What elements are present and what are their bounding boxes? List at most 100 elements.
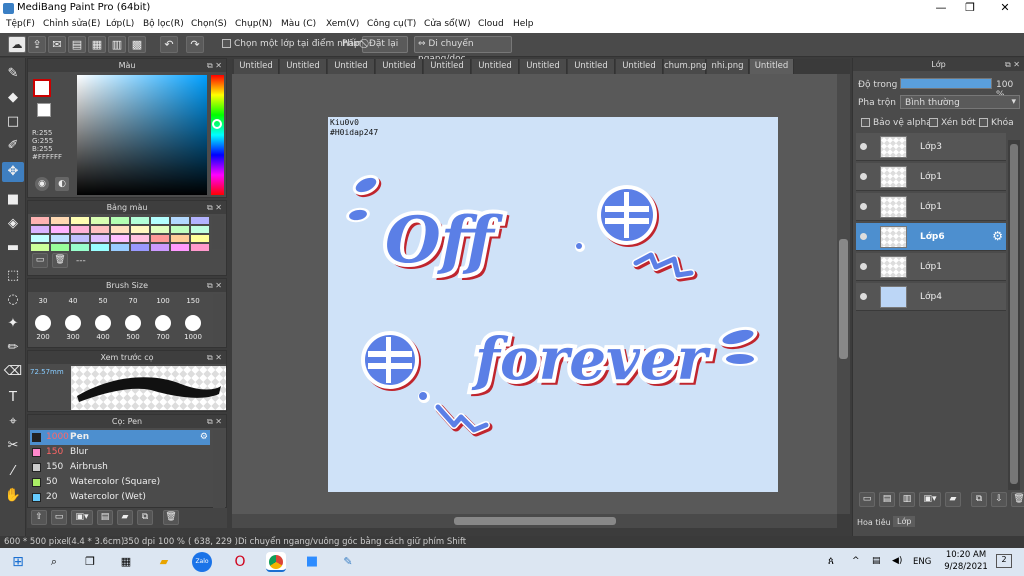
selection-pen-icon[interactable]: ✐ (2, 136, 24, 156)
palette-swatch[interactable] (191, 244, 209, 251)
divide-tool-icon[interactable]: ✂ (2, 436, 24, 456)
select-layer-checkbox[interactable] (222, 39, 231, 48)
palette-swatch[interactable] (111, 226, 129, 233)
brush-size-option[interactable]: 40 (58, 297, 88, 305)
tab-document[interactable]: Untitled (280, 59, 327, 74)
reset-button[interactable]: ⃠ Đặt lại (362, 36, 408, 53)
gradient-tool-icon[interactable]: ▬ (2, 238, 24, 258)
tab-document[interactable]: Untitled (376, 59, 423, 74)
palette-swatch[interactable] (51, 244, 69, 251)
palette-swatch[interactable] (31, 217, 49, 224)
opera-icon[interactable]: O (230, 552, 250, 572)
duplicate-layer-icon[interactable]: ⧉ (971, 492, 987, 507)
medibang-icon[interactable]: ✎ (338, 552, 358, 572)
palette-swatch[interactable] (111, 217, 129, 224)
palette-swatch[interactable] (171, 217, 189, 224)
horizontal-scrollbar[interactable] (232, 514, 837, 528)
menu-help[interactable]: Help (513, 19, 534, 29)
menu-filter[interactable]: Bộ lọc(R) (143, 19, 184, 29)
layer-folder-icon[interactable]: ▰ (945, 492, 961, 507)
tab-layer[interactable]: Lớp (893, 516, 916, 527)
menu-file[interactable]: Tệp(F) (6, 19, 35, 29)
panel-close-icon[interactable]: ⧉ ✕ (1005, 58, 1020, 71)
palette-swatch[interactable] (51, 235, 69, 242)
eraser-tool-icon[interactable]: ◆ (2, 88, 24, 108)
bucket-tool-icon[interactable]: ◈ (2, 214, 24, 234)
palette-swatch[interactable] (91, 217, 109, 224)
add-brush-cloud-icon[interactable]: ⇧ (31, 510, 47, 525)
palette-swatch[interactable] (71, 217, 89, 224)
menu-window[interactable]: Cửa sổ(W) (424, 19, 470, 29)
clock-date[interactable]: 9/28/2021 (944, 562, 988, 572)
file-explorer-icon[interactable]: ▰ (154, 552, 174, 572)
dot-tool-icon[interactable]: □ (2, 112, 24, 132)
panel-close-icon[interactable]: ⧉ ✕ (207, 351, 222, 364)
language-indicator[interactable]: ENG (913, 557, 931, 567)
delete-palette-icon[interactable]: 🗑 (52, 253, 68, 268)
brush-size-scrollbar[interactable] (213, 294, 225, 346)
protect-alpha-checkbox[interactable] (861, 118, 870, 127)
comment-icon[interactable]: ✉ (48, 36, 66, 53)
hand-tool-icon[interactable]: ✋ (2, 486, 24, 506)
menu-color[interactable]: Màu (C) (281, 19, 316, 29)
palette-swatch[interactable] (91, 244, 109, 251)
network-icon[interactable]: ▤ (872, 556, 881, 566)
tab-document[interactable]: Untitled (234, 59, 279, 74)
operation-tool-icon[interactable]: ⌖ (2, 412, 24, 432)
brush-folder-icon[interactable]: ▰ (117, 510, 133, 525)
select-eraser-icon[interactable]: ⌫ (2, 362, 24, 382)
undo-icon[interactable]: ↶ (160, 36, 178, 53)
protect-alpha-toggle[interactable]: Bảo vệ alpha (861, 118, 932, 128)
brush-tool-icon[interactable]: ✎ (2, 64, 24, 84)
palette-swatch[interactable] (151, 226, 169, 233)
menu-select[interactable]: Chọn(S) (191, 19, 227, 29)
palette-swatch[interactable] (191, 235, 209, 242)
palette-swatch[interactable] (151, 217, 169, 224)
brush-item[interactable]: 150 Airbrush (30, 460, 210, 475)
palette-swatch[interactable] (51, 217, 69, 224)
eye-icon[interactable] (860, 293, 867, 300)
duplicate-brush-icon[interactable]: ⧉ (137, 510, 153, 525)
eye-icon[interactable] (860, 203, 867, 210)
zoom-app-icon[interactable]: ■ (302, 552, 322, 572)
notifications-badge[interactable]: 2 (996, 554, 1012, 568)
calculator-icon[interactable]: ▦ (116, 552, 136, 572)
brush-size-option[interactable]: 200 (28, 315, 58, 341)
brush-item[interactable]: 50 Watercolor (Square) (30, 475, 210, 490)
palette-swatch[interactable] (31, 226, 49, 233)
rect-tool-icon[interactable]: ■ (2, 190, 24, 210)
palette-swatch[interactable] (31, 244, 49, 251)
brush-size-option[interactable]: 150 (178, 297, 208, 305)
panel-close-icon[interactable]: ⧉ ✕ (207, 279, 222, 292)
hue-slider[interactable] (211, 75, 224, 195)
menu-cloud[interactable]: Cloud (478, 19, 504, 29)
palette-swatch[interactable] (171, 235, 189, 242)
delete-layer-icon[interactable]: 🗑 (1011, 492, 1024, 507)
redo-icon[interactable]: ↷ (186, 36, 204, 53)
tab-document[interactable]: Untitled (328, 59, 375, 74)
brush-size-option[interactable]: 700 (148, 315, 178, 341)
move-hv-button[interactable]: ⇔ Di chuyển ngang/dọc (414, 36, 512, 64)
share-icon[interactable]: ⇪ (28, 36, 46, 53)
gear-icon[interactable]: ⚙ (200, 430, 208, 445)
pick-icon[interactable]: ◐ (55, 177, 69, 191)
layer-item[interactable]: Lớp6 ⚙ (856, 223, 1006, 251)
vertical-scroll-thumb[interactable] (839, 239, 848, 359)
saturation-value-picker[interactable] (77, 75, 207, 195)
palette-swatch[interactable] (151, 235, 169, 242)
lock-checkbox[interactable] (979, 118, 988, 127)
brush-options-icon[interactable]: ▣▾ (71, 510, 93, 525)
zalo-icon[interactable]: Zalo (192, 552, 212, 572)
secondary-color-swatch[interactable] (37, 103, 51, 117)
brush-item[interactable]: 150 Blur (30, 445, 210, 460)
layer-item[interactable]: Lớp3 (856, 133, 1006, 161)
tray-chevron-icon[interactable]: ^ (852, 556, 860, 566)
panel-close-icon[interactable]: ⧉ ✕ (207, 59, 222, 72)
palette-icon[interactable]: ◉ (35, 177, 49, 191)
task-view-icon[interactable]: ❐ (80, 552, 100, 572)
palette-swatch[interactable] (91, 235, 109, 242)
brush-size-option[interactable]: 50 (88, 297, 118, 305)
new-layer-icon[interactable]: ▭ (859, 492, 875, 507)
tab-document[interactable]: Untitled (616, 59, 663, 74)
palette-swatch[interactable] (191, 217, 209, 224)
